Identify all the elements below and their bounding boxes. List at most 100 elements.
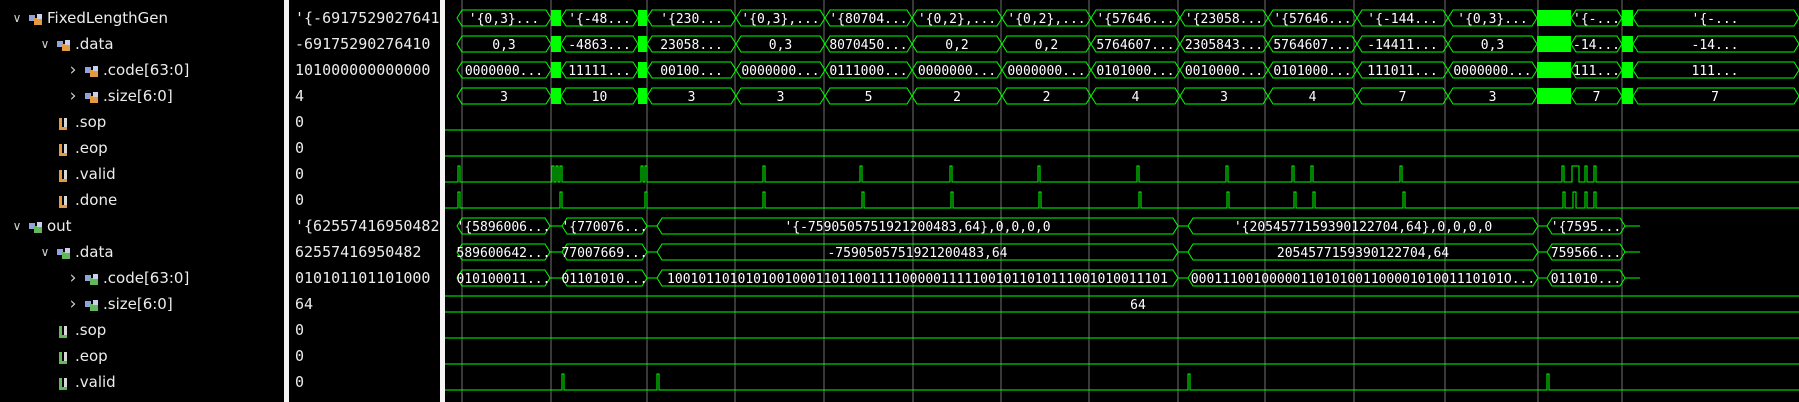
- gen-bus-label: 4: [1309, 90, 1317, 105]
- signal-tree-row[interactable]: .valid: [0, 369, 284, 395]
- signal-name: .valid: [75, 373, 116, 391]
- bus-icon-orange: [84, 62, 100, 78]
- bus-icon-green: [84, 270, 100, 286]
- signal-tree-row[interactable]: › .code[63:0]: [0, 265, 284, 291]
- gen-bus-label: 7: [1593, 90, 1601, 105]
- gen-bus-label: -14411...: [1367, 38, 1437, 53]
- gen-bus-label: 5: [865, 90, 873, 105]
- out-bus-label: '{7595...: [1551, 220, 1621, 235]
- signal-tree-row[interactable]: › .size[6:0]: [0, 291, 284, 317]
- signal-icon-green: [56, 322, 72, 338]
- gen-bus-dense-block: [638, 10, 647, 26]
- out-bus-label: 2054577159390122704,64: [1277, 246, 1449, 261]
- out-bus-label: 589600642...: [457, 246, 551, 261]
- gen-bus-label: 2305843...: [1185, 38, 1263, 53]
- gen-bus-label: 23058...: [660, 38, 723, 53]
- gen-bus-label: 2: [953, 90, 961, 105]
- gen-bus-label: 7: [1399, 90, 1407, 105]
- gen-bus-dense-block: [638, 62, 647, 78]
- signal-name: .data: [75, 35, 114, 53]
- signal-name: .sop: [75, 321, 107, 339]
- gen-bus-label: 0,2: [1035, 38, 1058, 53]
- out-bus-label: 77007669...: [561, 246, 647, 261]
- signal-tree-row[interactable]: › .size[6:0]: [0, 83, 284, 109]
- out-size-label: 64: [1130, 298, 1146, 313]
- signal-value: 0: [295, 373, 305, 391]
- gen-bus-label: 0101000...: [1273, 64, 1351, 79]
- signal-value: 62557416950482: [295, 243, 422, 261]
- signal-tree-row[interactable]: .sop: [0, 109, 284, 135]
- gen-bus-label: '{0,3}...: [1457, 12, 1527, 27]
- chevron-right-icon[interactable]: ›: [66, 57, 80, 83]
- signal-value: 0: [295, 191, 305, 209]
- signal-tree-row[interactable]: .done: [0, 187, 284, 213]
- out-bus-label: 010100011...: [457, 272, 551, 287]
- signal-name: .eop: [75, 347, 108, 365]
- out-bus-label: 759566...: [1551, 246, 1621, 261]
- waveform-pane[interactable]: '{0,3}... '{-48... '{230... '{0,3},... '{807…: [445, 0, 1799, 402]
- out-valid-pulse-trace: [445, 373, 1799, 391]
- signal-tree-row[interactable]: .valid: [0, 161, 284, 187]
- chevron-down-icon[interactable]: ∨: [38, 31, 52, 57]
- gen-bus-dense-block: [551, 88, 561, 104]
- out-bus-label: '{2054577159390122704,64},0,0,0,0: [1234, 220, 1492, 235]
- out-bus-label: -7590505751921200483,64: [827, 246, 1007, 261]
- gen-bus-label: 0111000...: [829, 64, 907, 79]
- gen-bus-dense-block: [551, 36, 561, 52]
- gen-bus-dense-block: [1622, 10, 1633, 26]
- gen-bus-label: 111011...: [1367, 64, 1437, 79]
- signal-icon-orange: [56, 114, 72, 130]
- signal-tree-row[interactable]: .eop: [0, 343, 284, 369]
- signal-tree-row[interactable]: .sop: [0, 317, 284, 343]
- chevron-right-icon[interactable]: ›: [66, 265, 80, 291]
- signal-tree-row[interactable]: ∨ .data: [0, 31, 284, 57]
- signal-icon-green: [56, 374, 72, 390]
- gen-bus-label: 5764607...: [1096, 38, 1174, 53]
- signal-value: 0: [295, 165, 305, 183]
- gen-bus-label: '{57646...: [1096, 12, 1174, 27]
- gen-bus-label: 10: [592, 90, 608, 105]
- gen-bus-label: 2: [1043, 90, 1051, 105]
- gen-bus-label: '{-48...: [568, 12, 631, 27]
- gen-bus-dense-block: [638, 36, 647, 52]
- gen-bus-label: 3: [500, 90, 508, 105]
- out-bus-label: '{770076...: [561, 220, 647, 235]
- gen-bus-label: 0000000...: [1453, 64, 1531, 79]
- signal-tree-row[interactable]: ∨ .data: [0, 239, 284, 265]
- gen-bus-label: '{-...: [1573, 12, 1620, 27]
- bus-icon-orange: [56, 36, 72, 52]
- signal-value: 0: [295, 113, 305, 131]
- signal-value: 64: [295, 295, 314, 313]
- out-bus-label: 01101010...: [561, 272, 647, 287]
- chevron-down-icon[interactable]: ∨: [10, 213, 24, 239]
- chevron-right-icon[interactable]: ›: [66, 83, 80, 109]
- chevron-down-icon[interactable]: ∨: [38, 239, 52, 265]
- gen-bus-label: 8070450...: [829, 38, 907, 53]
- signal-tree-row[interactable]: › .code[63:0]: [0, 57, 284, 83]
- gen-bus-label: 0000000...: [918, 64, 996, 79]
- signal-name: out: [47, 217, 72, 235]
- gen-bus-label: 111...: [1573, 64, 1620, 79]
- signal-name: .code[63:0]: [103, 61, 190, 79]
- gen-bus-dense-block: [551, 10, 561, 26]
- gen-bus-label: 0010000...: [1185, 64, 1263, 79]
- gen-bus-label: '{23058...: [1185, 12, 1263, 27]
- gen-bus-dense-block: [1537, 36, 1571, 52]
- signal-name: .eop: [75, 139, 108, 157]
- gen-bus-dense-block: [551, 62, 561, 78]
- out-bus-label: '{-7590505751921200483,64},0,0,0,0: [784, 220, 1050, 235]
- signal-value: -69175290276410: [295, 35, 431, 53]
- chevron-right-icon[interactable]: ›: [66, 291, 80, 317]
- signal-tree-row[interactable]: ∨ FixedLengthGen: [0, 5, 284, 31]
- gen-bus-label: 3: [1489, 90, 1497, 105]
- gen-bus-label: 0000000...: [741, 64, 819, 79]
- chevron-down-icon[interactable]: ∨: [10, 5, 24, 31]
- signal-icon-orange: [56, 166, 72, 182]
- signal-name: .data: [75, 243, 114, 261]
- signal-tree-row[interactable]: .eop: [0, 135, 284, 161]
- gen-bus-label: 7: [1711, 90, 1719, 105]
- signal-tree-row[interactable]: ∨ out: [0, 213, 284, 239]
- signal-name: .done: [75, 191, 118, 209]
- gen-bus-dense-block: [638, 88, 647, 104]
- gen-bus-label: 0,3: [1481, 38, 1504, 53]
